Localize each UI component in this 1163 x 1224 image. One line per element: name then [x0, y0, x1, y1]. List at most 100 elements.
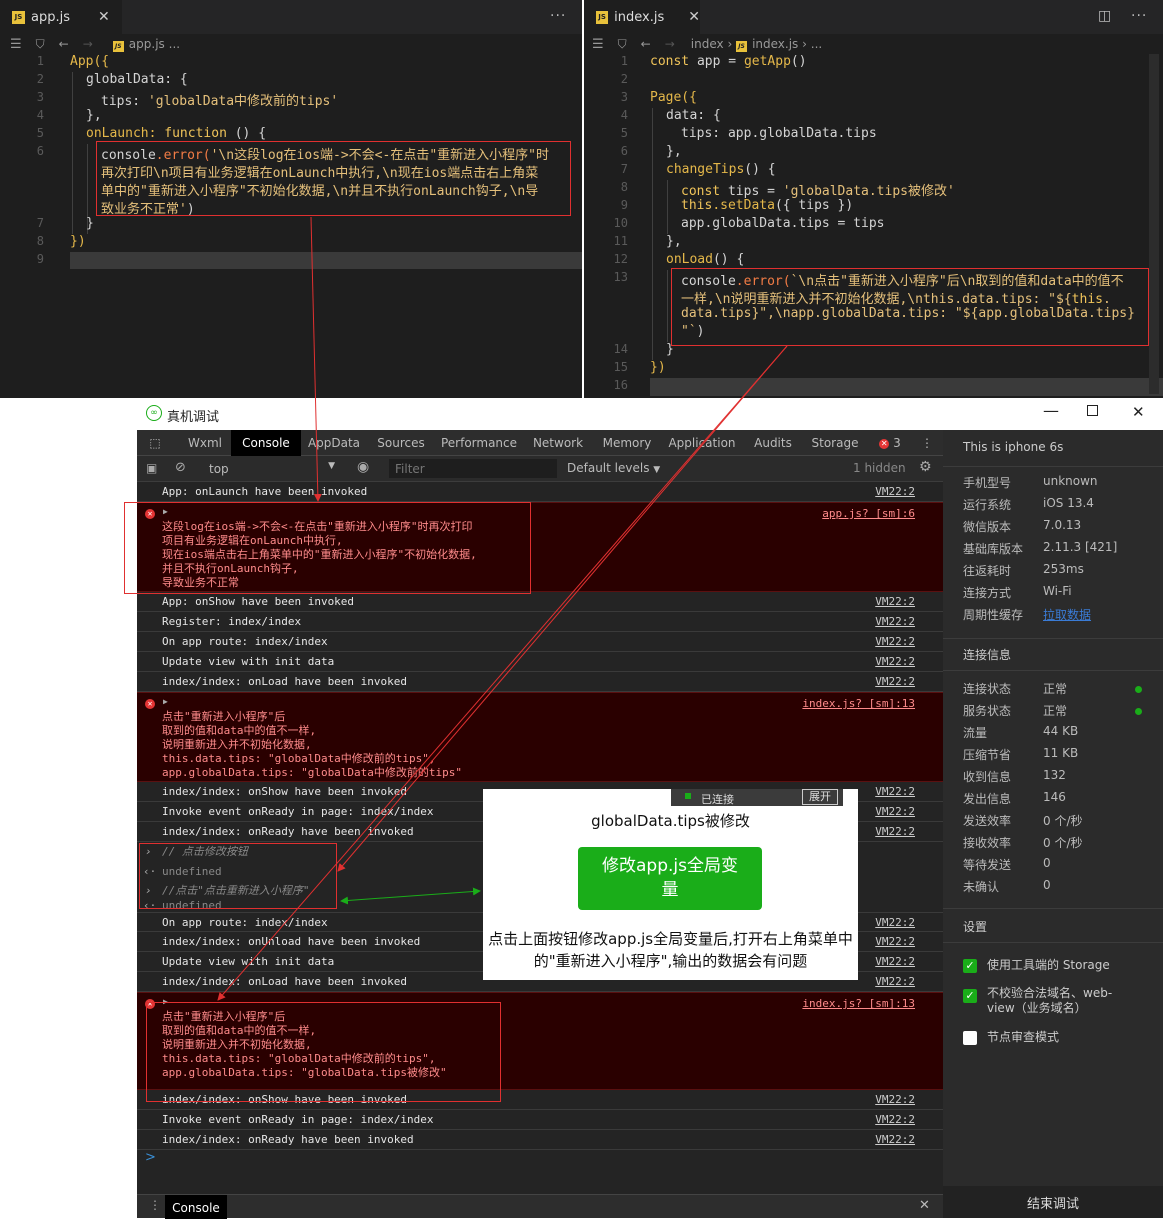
filter-input[interactable] — [389, 459, 557, 478]
source-link[interactable]: VM22:2 — [875, 632, 915, 652]
js-file-icon: JS — [596, 10, 609, 24]
log-row: Invoke event onReady in page: index/inde… — [137, 1110, 943, 1130]
source-link[interactable]: VM22:2 — [875, 612, 915, 632]
code-line-5: tips: app.globalData.tips — [681, 126, 877, 141]
line-number: 9 — [620, 198, 628, 212]
source-link[interactable]: VM22:2 — [875, 932, 915, 952]
more-actions-icon[interactable]: ··· — [550, 8, 566, 24]
tab-console[interactable]: Console — [231, 430, 301, 456]
info-key: 收到信息 — [963, 770, 1012, 784]
eye-icon[interactable]: ◉ — [357, 459, 369, 475]
clear-console-icon[interactable]: ⊘ — [175, 460, 186, 475]
source-link[interactable]: VM22:2 — [875, 672, 915, 692]
checkbox-node-inspect[interactable] — [963, 1031, 977, 1045]
source-link[interactable]: VM22:2 — [875, 952, 915, 972]
end-debug-button[interactable]: 结束调试 — [943, 1186, 1163, 1218]
maximize-icon[interactable] — [1087, 405, 1098, 416]
source-link[interactable]: app.js? [sm]:6 — [822, 507, 915, 520]
breadcrumb-item[interactable]: ... — [811, 37, 822, 51]
inspect-icon[interactable]: ⬚ — [145, 430, 165, 456]
back-arrow-icon[interactable]: ← — [59, 37, 69, 51]
checkbox-domain[interactable]: ✓ — [963, 989, 977, 1003]
close-drawer-icon[interactable]: ✕ — [919, 1198, 930, 1213]
tab-performance[interactable]: Performance — [439, 430, 519, 456]
device-info-panel: This is iphone 6s 手机型号 unknown 运行系统 iOS 13.… — [943, 430, 1163, 1218]
breadcrumb-item[interactable]: index.js — [752, 37, 798, 51]
source-link[interactable]: index.js? [sm]:13 — [802, 697, 915, 710]
source-link[interactable]: VM22:2 — [875, 652, 915, 672]
tab-audits[interactable]: Audits — [749, 430, 797, 456]
back-arrow-icon[interactable]: ← — [641, 37, 651, 51]
wechat-devtools-icon: ∞ — [146, 405, 162, 421]
expand-button[interactable]: 展开 — [802, 789, 838, 805]
error-count-badge[interactable]: ✕ 3 — [877, 430, 903, 456]
tab-app-js[interactable]: JS app.js ✕ — [0, 0, 122, 34]
source-link[interactable]: VM22:2 — [875, 913, 915, 933]
checkbox-storage[interactable]: ✓ — [963, 959, 977, 973]
forward-arrow-icon[interactable]: → — [83, 37, 93, 51]
tab-appdata[interactable]: AppData — [301, 430, 367, 456]
minimize-icon[interactable]: — — [1043, 401, 1059, 420]
source-link[interactable]: VM22:2 — [875, 1110, 915, 1130]
expand-triangle-icon[interactable]: ▶ — [163, 697, 168, 706]
source-link[interactable]: index.js? [sm]:13 — [802, 997, 915, 1010]
source-link[interactable]: VM22:2 — [875, 802, 915, 822]
line-number: 13 — [613, 270, 628, 284]
breadcrumb-item[interactable]: ... — [169, 37, 180, 51]
tab-application[interactable]: Application — [667, 430, 737, 456]
divider — [943, 942, 1163, 943]
section-title: 连接信息 — [963, 648, 1012, 662]
gear-icon[interactable]: ⚙ — [919, 459, 932, 475]
window-title: 真机调试 — [167, 410, 220, 425]
line-number: 10 — [613, 216, 628, 230]
close-icon[interactable]: ✕ — [98, 9, 110, 25]
split-editor-icon[interactable]: ◫ — [1098, 8, 1111, 24]
tab-memory[interactable]: Memory — [599, 430, 655, 456]
close-icon[interactable]: ✕ — [688, 9, 700, 25]
info-key: 发送效率 — [963, 814, 1012, 828]
instruction-text: 点击上面按钮修改app.js全局变量后,打开右上角菜单中的"重新进入小程序",输… — [488, 930, 853, 970]
tab-wxml[interactable]: Wxml — [179, 430, 231, 456]
modify-global-button[interactable]: 修改app.js全局变量 — [578, 847, 762, 910]
breadcrumb-item[interactable]: app.js — [129, 37, 165, 51]
breadcrumb-item[interactable]: index — [691, 37, 724, 51]
info-value: 132 — [1043, 768, 1066, 782]
info-value[interactable]: 拉取数据 — [1043, 606, 1091, 623]
device-name: This is iphone 6s — [963, 440, 1064, 454]
drawer-menu-icon[interactable]: ⋮ — [149, 1198, 161, 1212]
tab-bar: JS app.js ✕ ··· — [0, 0, 582, 34]
tab-network[interactable]: Network — [529, 430, 587, 456]
tab-index-js[interactable]: JS index.js ✕ — [584, 0, 700, 34]
forward-arrow-icon[interactable]: → — [665, 37, 675, 51]
scrollbar[interactable] — [1149, 54, 1159, 394]
js-file-icon: JS — [112, 40, 124, 52]
context-select[interactable]: top ▼ — [201, 460, 339, 478]
source-link[interactable]: VM22:2 — [875, 592, 915, 612]
more-actions-icon[interactable]: ··· — [1131, 8, 1147, 24]
list-icon[interactable]: ☰ — [10, 37, 22, 52]
source-link[interactable]: VM22:2 — [875, 1130, 915, 1150]
info-value: 正常 — [1043, 682, 1068, 696]
close-window-icon[interactable]: ✕ — [1132, 403, 1145, 421]
console-prompt[interactable]: > — [145, 1150, 156, 1165]
source-link[interactable]: VM22:2 — [875, 782, 915, 802]
drawer-tab-console[interactable]: Console — [165, 1195, 227, 1219]
code-line-7: changeTips() { — [666, 162, 776, 177]
sidebar-toggle-icon[interactable]: ▣ — [146, 461, 157, 475]
code-line-10: app.globalData.tips = tips — [681, 216, 885, 231]
breadcrumb: ☰ ⛉ ← → JS app.js ... — [0, 34, 582, 54]
source-link[interactable]: VM22:2 — [875, 1090, 915, 1110]
tab-label: index.js — [614, 9, 665, 25]
tab-storage[interactable]: Storage — [807, 430, 863, 456]
bookmark-icon[interactable]: ⛉ — [618, 37, 627, 52]
tab-sources[interactable]: Sources — [373, 430, 429, 456]
list-icon[interactable]: ☰ — [592, 37, 604, 52]
status-ok-dot — [1135, 708, 1142, 715]
log-levels-select[interactable]: Default levels ▼ — [567, 461, 660, 475]
source-link[interactable]: VM22:2 — [875, 822, 915, 842]
source-link[interactable]: VM22:2 — [875, 972, 915, 992]
bookmark-icon[interactable]: ⛉ — [36, 37, 45, 52]
source-link[interactable]: VM22:2 — [875, 482, 915, 502]
kebab-menu-icon[interactable]: ⋮ — [917, 430, 937, 456]
line-number: 7 — [620, 162, 628, 176]
